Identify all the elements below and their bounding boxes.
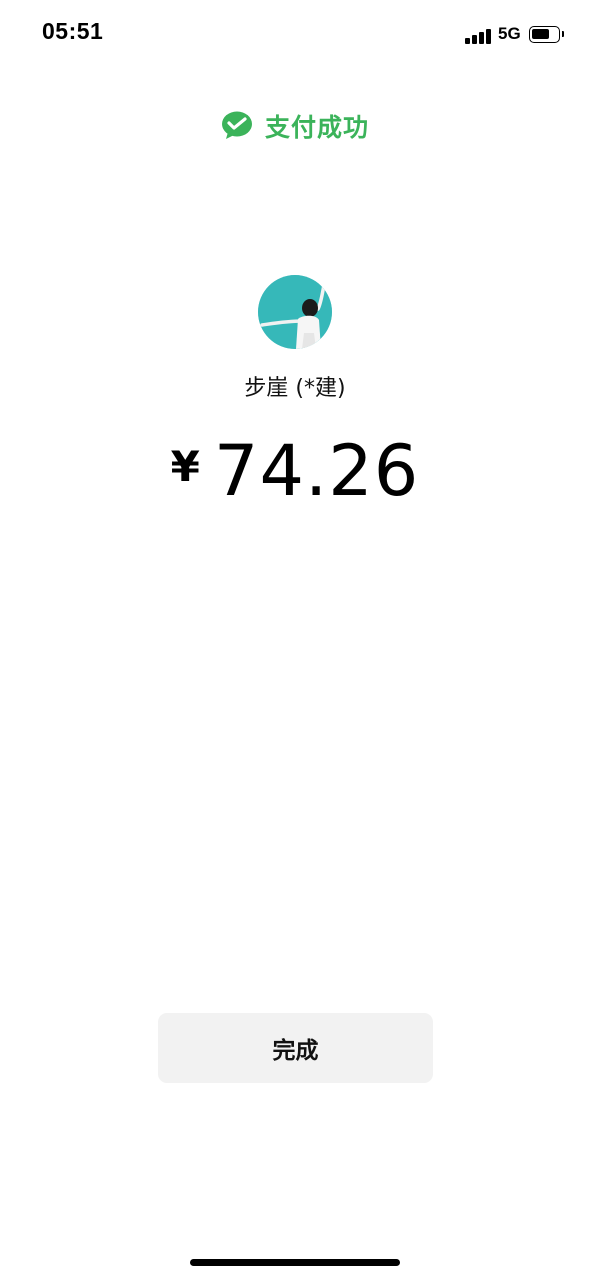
- cellular-signal-icon: [465, 28, 493, 44]
- done-button[interactable]: 完成: [158, 1013, 433, 1083]
- payment-success-header: 支付成功: [0, 106, 590, 146]
- amount-value: 74.26: [213, 430, 420, 512]
- status-bar: 05:51 5G: [0, 0, 590, 70]
- payee-avatar: [258, 275, 332, 349]
- payment-success-title: 支付成功: [264, 113, 369, 142]
- payment-amount: ¥ 74.26: [0, 428, 590, 518]
- network-type: 5G: [498, 24, 521, 43]
- currency-symbol: ¥: [170, 442, 200, 491]
- wechat-pay-icon: [221, 111, 253, 141]
- status-time: 05:51: [42, 18, 104, 44]
- battery-level: [532, 29, 549, 39]
- home-indicator[interactable]: [190, 1259, 400, 1266]
- battery-cap: [562, 31, 564, 37]
- payee-name: 步崖 (*建): [244, 376, 346, 401]
- battery-icon: [529, 26, 560, 43]
